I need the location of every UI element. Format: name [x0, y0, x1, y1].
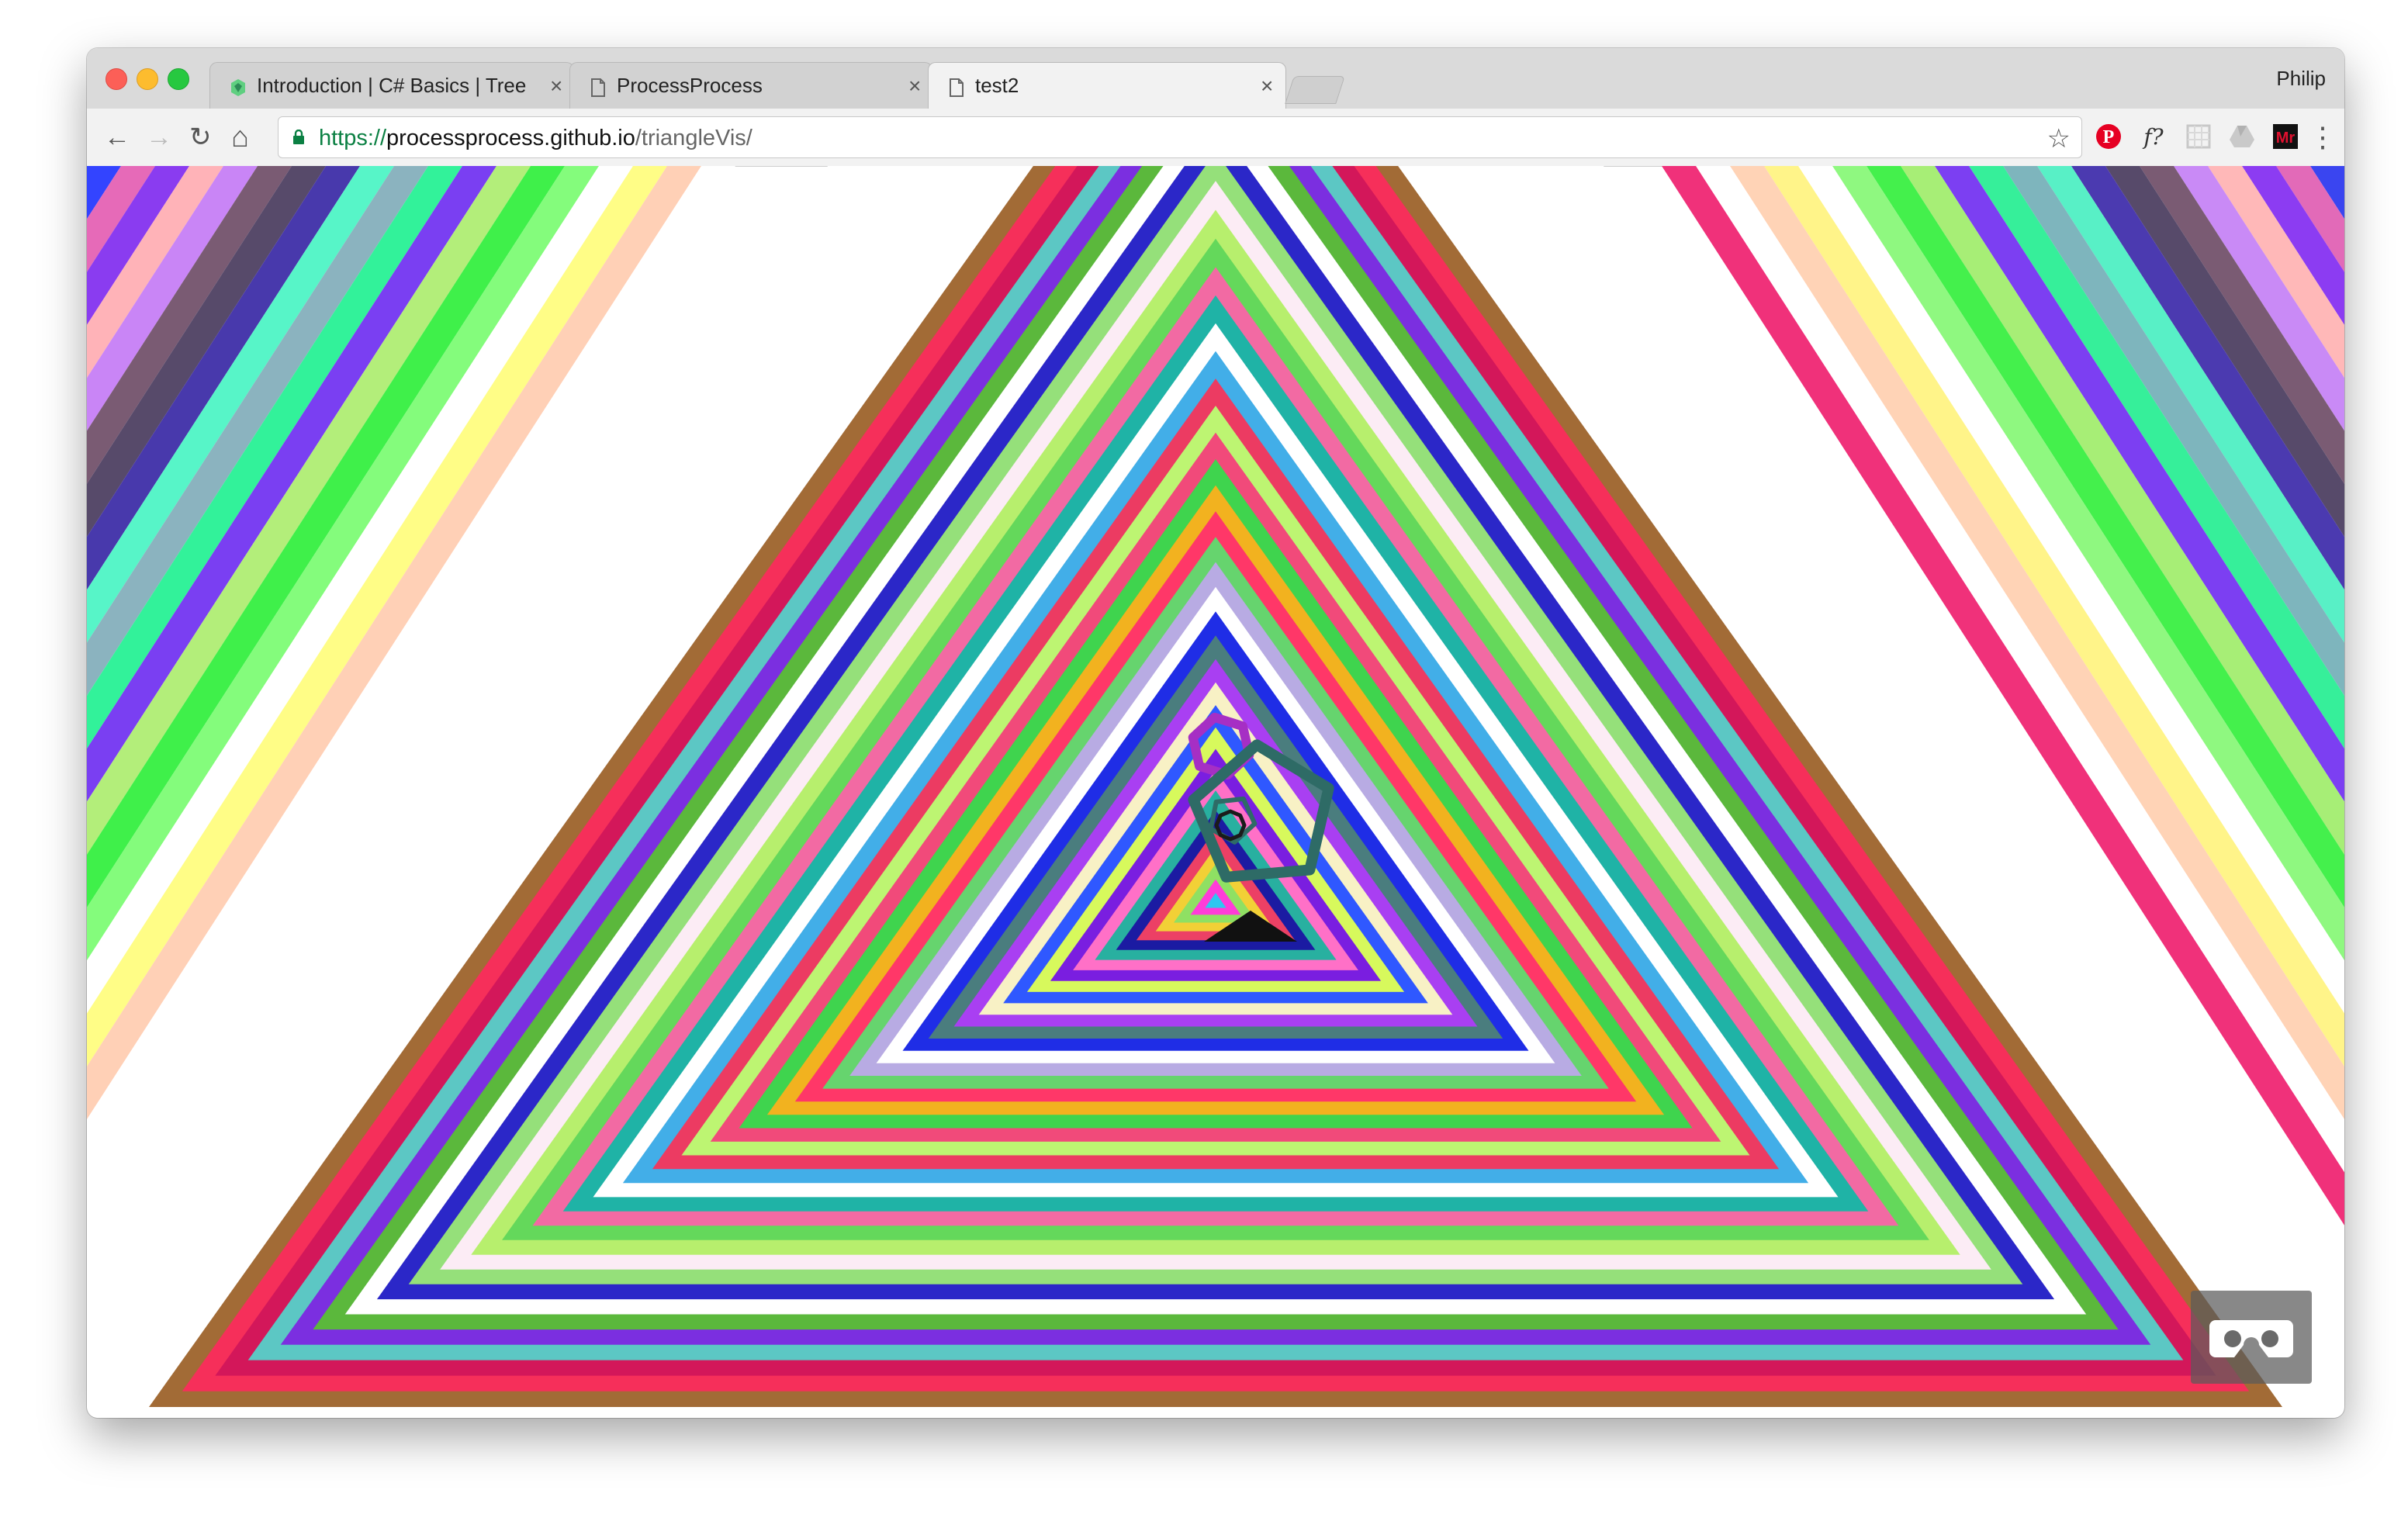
momentum-icon[interactable]: Mr — [2270, 121, 2301, 152]
lock-icon — [293, 130, 304, 144]
address-toolbar: ← → ↻ ⌂ https://processprocess.github.io… — [87, 109, 2344, 167]
tab-title: Introduction | C# Basics | Tree — [257, 74, 527, 97]
drive-icon[interactable] — [2226, 121, 2258, 152]
new-tab-button[interactable] — [1285, 76, 1345, 104]
momentum-glyph: Mr — [2276, 130, 2296, 147]
tab-close-icon[interactable]: × — [550, 74, 562, 99]
home-icon[interactable]: ⌂ — [231, 123, 249, 152]
grid-extension-icon[interactable] — [2183, 121, 2214, 152]
tab-close-icon[interactable]: × — [908, 74, 921, 99]
tab-bar: Introduction | C# Basics | Tree × Proces… — [87, 48, 2344, 110]
back-icon[interactable]: ← — [104, 123, 130, 152]
url-text: https://processprocess.github.io/triangl… — [319, 126, 752, 151]
vr-cardboard-button[interactable] — [2191, 1291, 2312, 1384]
forward-icon[interactable]: → — [146, 123, 172, 152]
minimize-window-button[interactable] — [137, 68, 158, 90]
fullscreen-window-button[interactable] — [168, 68, 189, 90]
tab-test2[interactable]: test2 × — [928, 62, 1286, 110]
whatfont-icon[interactable]: f? — [2138, 121, 2169, 152]
tab-processprocess[interactable]: ProcessProcess × — [569, 62, 932, 109]
pinterest-glyph: P — [2103, 127, 2115, 147]
treehouse-icon — [231, 79, 245, 96]
page-icon — [950, 78, 964, 97]
tab-title: test2 — [975, 74, 1019, 97]
tab-introduction[interactable]: Introduction | C# Basics | Tree × — [209, 62, 574, 109]
tab-title: ProcessProcess — [617, 74, 763, 97]
profile-name[interactable]: Philip — [2276, 67, 2326, 91]
url-path: /triangleVis/ — [635, 126, 752, 150]
url-scheme: https:// — [319, 126, 387, 150]
reload-icon[interactable]: ↻ — [189, 123, 212, 152]
browser-window: Introduction | C# Basics | Tree × Proces… — [87, 48, 2344, 1418]
triangle-visualization-canvas[interactable] — [87, 166, 2344, 1418]
bookmark-star-icon[interactable]: ☆ — [2047, 123, 2071, 154]
address-bar[interactable]: https://processprocess.github.io/triangl… — [278, 116, 2082, 158]
vr-cardboard-icon — [2209, 1320, 2293, 1357]
whatfont-glyph: f? — [2142, 124, 2164, 150]
menu-icon[interactable]: ⋮ — [2309, 123, 2337, 152]
url-host: processprocess.github.io — [386, 126, 635, 150]
tab-close-icon[interactable]: × — [1261, 74, 1273, 99]
pinterest-icon[interactable]: P — [2093, 121, 2124, 152]
page-icon — [591, 78, 605, 97]
page-content — [87, 166, 2344, 1418]
close-window-button[interactable] — [106, 68, 127, 90]
